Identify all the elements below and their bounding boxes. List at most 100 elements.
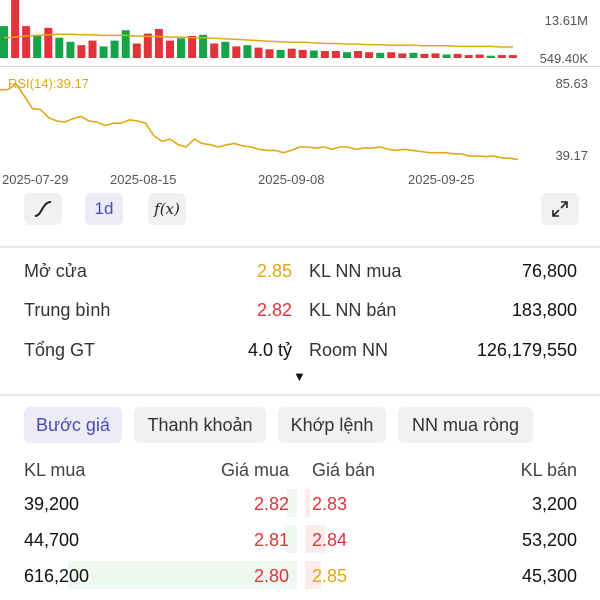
volume-bar — [254, 47, 263, 58]
rsi-line — [0, 82, 519, 161]
volume-bar — [154, 29, 163, 58]
volume-ma-line — [3, 33, 513, 48]
volume-bar — [376, 52, 385, 58]
indicator-button[interactable]: f(x) — [148, 193, 186, 225]
ask-volume: 53,200 — [521, 530, 577, 550]
bid-volume: 616,200 — [24, 566, 90, 586]
expand-icon — [552, 201, 568, 217]
volume-bar — [11, 0, 20, 58]
section-divider — [0, 246, 600, 248]
volume-bar — [166, 40, 174, 58]
open-label: Mở cửa — [24, 261, 87, 281]
ask-price-header: Giá bán — [312, 460, 376, 480]
volume-bar — [309, 50, 318, 58]
volume-bar — [287, 48, 296, 58]
date-label: 2025-07-29 — [2, 172, 69, 187]
volume-bar — [453, 53, 462, 58]
volume-bar — [132, 43, 141, 58]
volume-bar — [188, 36, 197, 58]
volume-axis-max: 13.61M — [544, 13, 588, 28]
volume-bar — [331, 51, 340, 58]
volume-axis-min: 549.40K — [539, 51, 588, 66]
volume-bar — [365, 52, 374, 58]
ask-price[interactable]: 2.84 — [312, 530, 347, 551]
rsi-chart — [0, 82, 519, 161]
open-value: 2.85 — [256, 261, 292, 281]
volume-bar — [243, 45, 252, 58]
bid-volume: 39,200 — [24, 494, 80, 514]
volume-bar — [486, 55, 495, 58]
volume-bar — [44, 27, 53, 58]
expand-stats-toggle[interactable]: ▼ — [293, 369, 306, 384]
tab-foreign-net-buy[interactable]: NN mua ròng — [398, 407, 533, 443]
room-value: 126,179,550 — [476, 340, 577, 360]
volume-bar — [265, 49, 274, 58]
fullscreen-button[interactable] — [541, 193, 579, 225]
volume-bar — [177, 38, 185, 58]
volume-bar — [99, 46, 108, 58]
total-value: 4.0 tỷ — [247, 340, 292, 360]
tab-liquidity[interactable]: Thanh khoản — [134, 407, 266, 443]
date-label: 2025-09-08 — [258, 172, 325, 187]
nn-sell-value: 183,800 — [511, 300, 577, 320]
ask-price[interactable]: 2.83 — [312, 494, 347, 515]
volume-bar — [22, 26, 31, 58]
volume-bar — [121, 30, 130, 58]
volume-bar — [431, 53, 440, 58]
nn-buy-value: 76,800 — [521, 261, 577, 281]
volume-bar — [276, 49, 285, 58]
volume-bar — [298, 49, 307, 58]
bid-price-header: Giá mua — [220, 460, 289, 480]
volume-bar — [442, 54, 451, 58]
nn-sell-label: KL NN bán — [309, 300, 397, 320]
avg-value: 2.82 — [256, 300, 292, 320]
volume-bar — [409, 52, 418, 58]
nn-buy-label: KL NN mua — [309, 261, 402, 281]
ask-volume: 45,300 — [521, 566, 577, 586]
volume-bar — [0, 26, 8, 58]
bid-price[interactable]: 2.81 — [200, 530, 289, 551]
volume-bar — [88, 40, 97, 58]
volume-bar — [210, 43, 219, 58]
volume-bar — [497, 55, 506, 58]
volume-bar — [420, 53, 429, 58]
volume-chart — [0, 0, 517, 58]
volume-bar — [475, 54, 484, 58]
chart-type-button[interactable] — [24, 193, 62, 225]
volume-bar — [143, 33, 152, 58]
ask-volume: 3,200 — [531, 494, 577, 514]
volume-bar — [464, 55, 473, 58]
curve-icon — [34, 201, 52, 217]
volume-bar — [55, 37, 64, 58]
volume-bar — [33, 36, 42, 58]
volume-bar — [77, 45, 86, 58]
volume-bar — [387, 52, 396, 58]
ask-depth-bar — [305, 489, 310, 517]
volume-bar — [66, 41, 75, 58]
rsi-axis-current: 39.17 — [555, 148, 588, 163]
tab-matched-orders[interactable]: Khớp lệnh — [278, 407, 386, 443]
volume-bar — [343, 52, 351, 58]
volume-bar — [398, 53, 407, 58]
section-divider — [0, 394, 600, 396]
interval-button[interactable]: 1d — [85, 193, 123, 225]
avg-label: Trung bình — [24, 300, 111, 320]
rsi-axis-max: 85.63 — [555, 76, 588, 91]
volume-bar — [508, 55, 517, 58]
volume-bar — [110, 40, 119, 58]
ask-price[interactable]: 2.85 — [312, 566, 347, 587]
total-label: Tổng GT — [24, 340, 96, 360]
bid-price[interactable]: 2.80 — [200, 566, 289, 587]
volume-bar — [320, 51, 329, 58]
volume-bar — [354, 51, 362, 58]
ask-volume-header: KL bán — [520, 460, 577, 480]
bid-price[interactable]: 2.82 — [200, 494, 289, 515]
bid-volume-header: KL mua — [24, 460, 86, 480]
volume-bar — [221, 41, 230, 58]
chart-divider — [0, 66, 600, 67]
date-label: 2025-08-15 — [110, 172, 177, 187]
room-label: Room NN — [309, 340, 389, 360]
tab-price-step[interactable]: Bước giá — [24, 407, 122, 443]
volume-bar — [232, 46, 241, 58]
bid-volume: 44,700 — [24, 530, 80, 550]
